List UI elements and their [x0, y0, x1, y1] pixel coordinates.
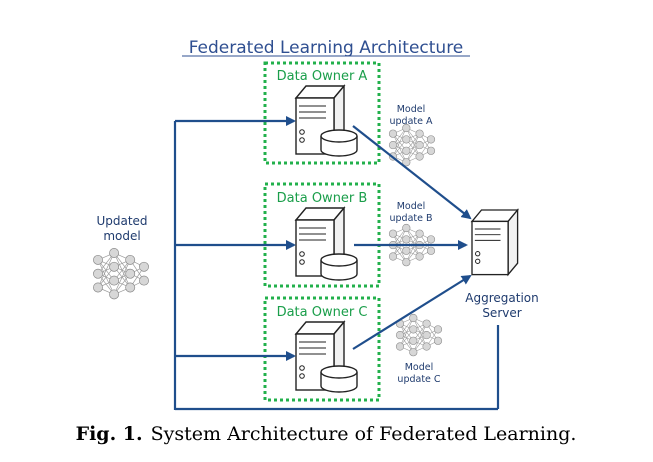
data-owner-a-label: Data Owner A	[277, 69, 368, 84]
model-update-a-label-line1: Model	[397, 104, 426, 115]
data-owner-c-label: Data Owner C	[277, 305, 368, 320]
model-update-c-network-icon	[395, 313, 443, 357]
model-update-a-label-line2: update A	[390, 116, 433, 127]
federated-learning-diagram: Federated Learning Architecture Data Own…	[76, 38, 577, 445]
aggregation-server-label-line2: Server	[482, 306, 521, 320]
model-update-c-label-line2: update C	[397, 374, 440, 385]
data-owner-c-database-icon	[320, 365, 358, 393]
data-owner-b-database-icon	[320, 253, 358, 281]
updated-model-network-icon	[93, 248, 149, 300]
model-update-b-label-line1: Model	[397, 201, 426, 212]
model-update-c-label-line1: Model	[405, 362, 434, 373]
figure-caption: Fig. 1. System Architecture of Federated …	[76, 423, 577, 445]
data-owner-a-database-icon	[320, 129, 358, 157]
diagram-title: Federated Learning Architecture	[189, 38, 464, 58]
figure-caption-text: System Architecture of Federated Learnin…	[151, 423, 577, 445]
aggregation-server-label-line1: Aggregation	[465, 291, 538, 305]
data-owner-b-label: Data Owner B	[277, 191, 368, 206]
updated-model-label-line1: Updated	[96, 214, 147, 228]
figure-caption-prefix: Fig. 1.	[76, 423, 143, 445]
model-update-b-label-line2: update B	[389, 213, 432, 224]
aggregation-server-icon	[471, 209, 519, 276]
updated-model-label-line2: model	[103, 229, 140, 243]
